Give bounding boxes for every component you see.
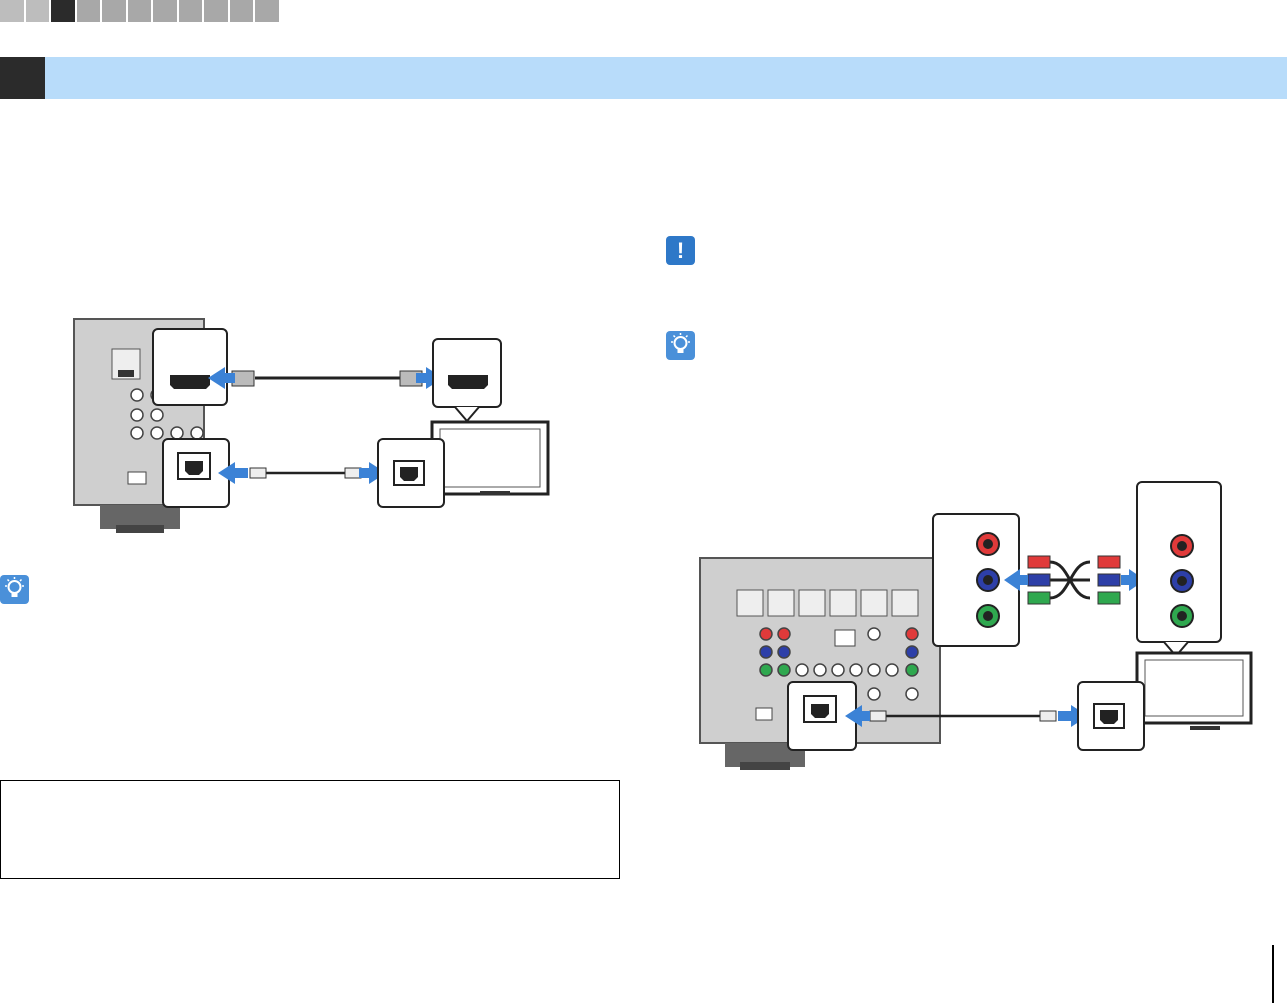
nav-segment-active[interactable]	[51, 0, 75, 22]
diagram-component-optical	[699, 481, 1253, 770]
nav-segment[interactable]	[127, 0, 151, 22]
page-edge-line	[1272, 945, 1274, 1003]
lightbulb-icon	[666, 331, 695, 360]
nav-segment[interactable]	[153, 0, 177, 22]
nav-segment[interactable]	[102, 0, 126, 22]
exclamation-icon: !	[666, 236, 695, 265]
info-box	[0, 780, 620, 879]
caution-symbol: !	[676, 238, 685, 263]
section-nav-strip	[0, 0, 279, 22]
receiver-hdmi-callout	[152, 328, 228, 406]
nav-segment[interactable]	[25, 0, 49, 22]
lightbulb-icon	[0, 575, 29, 604]
nav-segment[interactable]	[0, 0, 24, 22]
nav-segment[interactable]	[229, 0, 253, 22]
nav-segment[interactable]	[178, 0, 202, 22]
tv-hdmi-callout	[432, 338, 502, 408]
nav-segment[interactable]	[255, 0, 279, 22]
section-marker	[0, 57, 45, 99]
nav-segment[interactable]	[76, 0, 100, 22]
nav-segment[interactable]	[204, 0, 228, 22]
diagram-hdmi-optical	[73, 318, 550, 533]
section-header-bar	[0, 57, 1287, 99]
